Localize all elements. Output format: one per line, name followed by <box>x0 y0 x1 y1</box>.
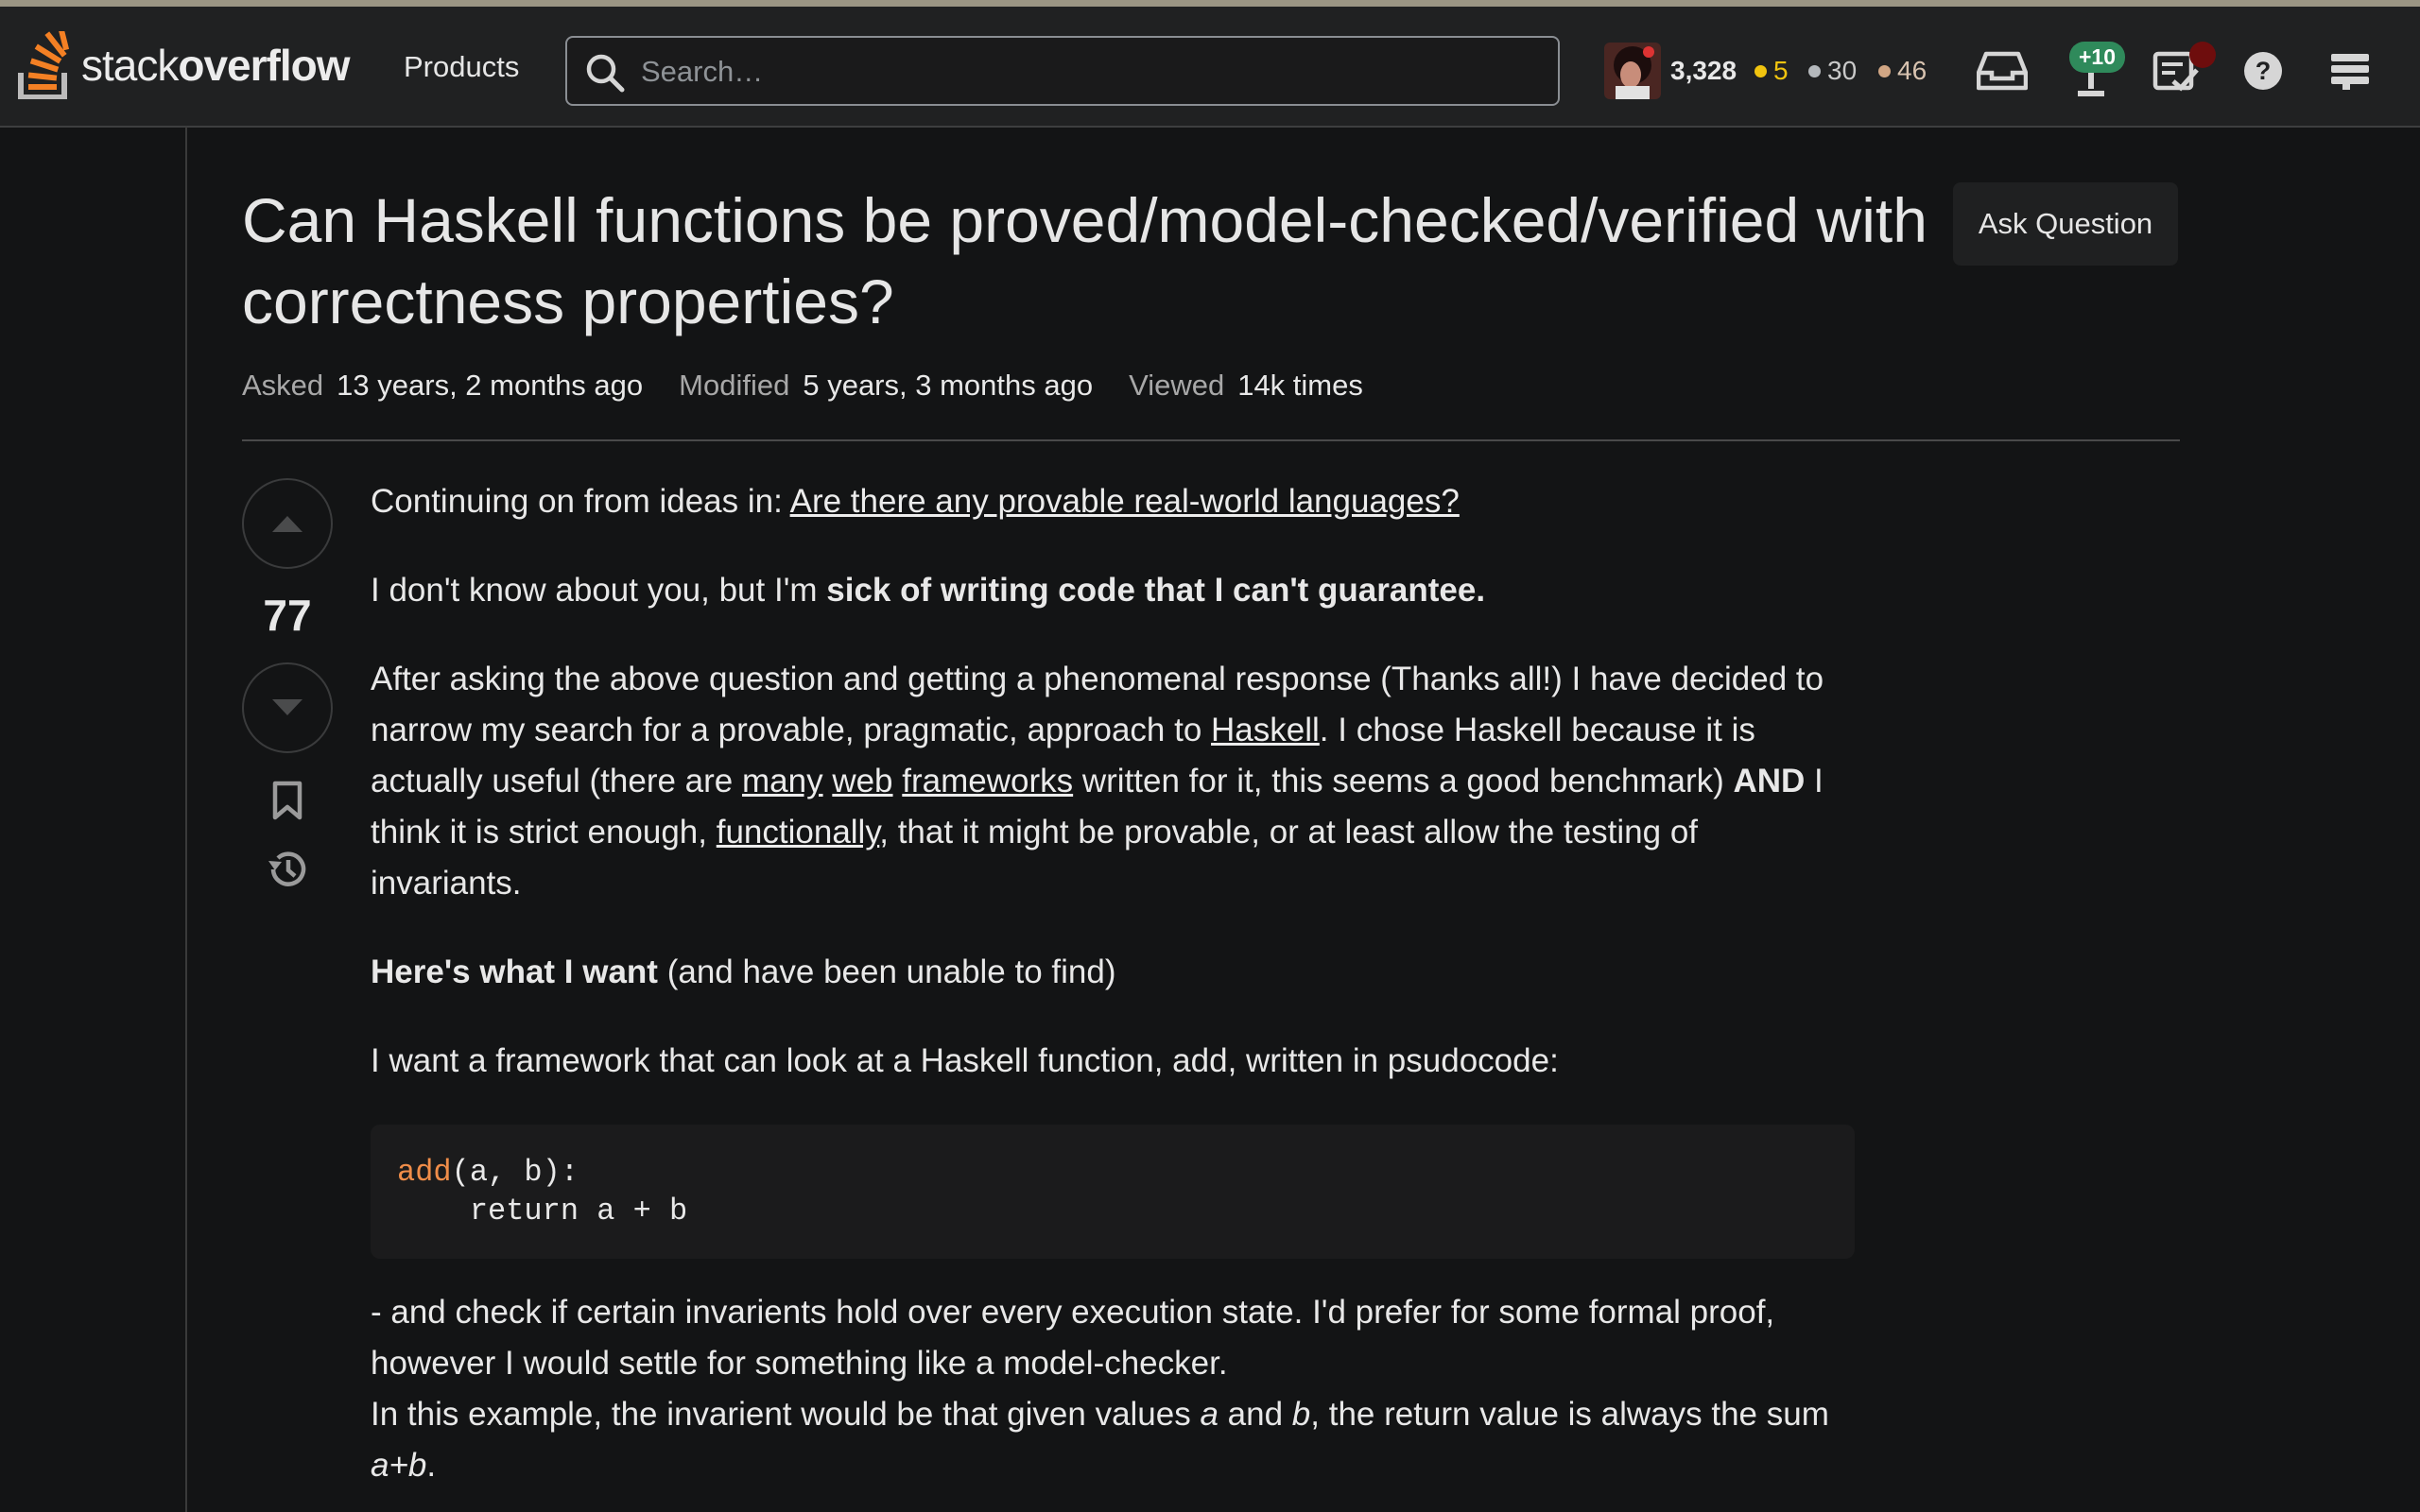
avatar[interactable] <box>1604 43 1661 99</box>
site-switcher-icon <box>2331 54 2369 90</box>
upvote-icon <box>272 516 302 532</box>
link-many[interactable]: many <box>742 763 823 799</box>
logo-wordmark: stackoverflow <box>81 41 351 90</box>
achievements-badge: +10 <box>2069 42 2126 73</box>
gold-badge-icon <box>1754 64 1767 77</box>
browser-top-stripe <box>0 0 2420 7</box>
bronze-badges: 46 <box>1878 56 1927 86</box>
body-paragraph-6: - and check if certain invarients hold o… <box>371 1294 1829 1484</box>
review-notification-dot <box>2189 42 2216 68</box>
link-haskell[interactable]: Haskell <box>1211 712 1320 748</box>
bronze-badge-icon <box>1878 64 1891 77</box>
upvote-button[interactable] <box>242 478 333 569</box>
link-frameworks[interactable]: frameworks <box>902 763 1073 799</box>
site-switcher-button[interactable] <box>2320 41 2380 101</box>
inbox-icon <box>1977 51 2028 91</box>
title-divider <box>242 439 2180 441</box>
reputation-count: 3,328 <box>1670 56 1737 85</box>
question-body: Continuing on from ideas in: Are there a… <box>371 476 1855 1491</box>
downvote-icon <box>272 699 302 715</box>
bookmark-icon <box>272 781 302 820</box>
question-meta: Asked 13 years, 2 months ago Modified 5 ye… <box>242 369 1363 403</box>
search-input[interactable] <box>639 47 1541 96</box>
search-icon <box>586 54 625 93</box>
svg-text:?: ? <box>2256 57 2272 85</box>
downvote-button[interactable] <box>242 662 333 753</box>
search-box[interactable] <box>565 36 1560 106</box>
vote-count: 77 <box>263 591 312 640</box>
stackoverflow-logo-icon <box>18 31 70 99</box>
stackoverflow-logo[interactable]: stackoverflow <box>17 27 351 103</box>
link-provable-languages[interactable]: Are there any provable real-world langua… <box>790 483 1460 520</box>
asked-info: Asked 13 years, 2 months ago <box>242 369 644 402</box>
avatar-image <box>1604 43 1661 99</box>
left-sidebar-border <box>185 127 187 1512</box>
silver-badges: 30 <box>1808 56 1857 86</box>
viewed-info: Viewed 14k times <box>1129 369 1363 402</box>
products-menu[interactable]: Products <box>404 50 519 84</box>
help-button[interactable]: ? <box>2233 41 2293 101</box>
body-paragraph-3: After asking the above question and gett… <box>371 661 1824 902</box>
body-paragraph-1: Continuing on from ideas in: Are there a… <box>371 483 1460 520</box>
history-button[interactable] <box>265 847 310 892</box>
link-web[interactable]: web <box>832 763 892 799</box>
top-bar: stackoverflow Products 3,328 5 30 46 <box>0 7 2420 128</box>
gold-badges: 5 <box>1754 56 1789 86</box>
help-icon: ? <box>2244 52 2282 90</box>
silver-badge-icon <box>1808 64 1821 77</box>
bookmark-button[interactable] <box>265 778 310 823</box>
body-paragraph-5: I want a framework that can look at a Ha… <box>371 1042 1559 1079</box>
history-icon <box>268 851 306 886</box>
ask-question-button[interactable]: Ask Question <box>1953 182 2178 266</box>
body-paragraph-2: I don't know about you, but I'm sick of … <box>371 572 1486 609</box>
code-block[interactable]: add(a, b): return a + b <box>371 1125 1855 1259</box>
question-title[interactable]: Can Haskell functions be proved/model-ch… <box>242 180 1934 342</box>
link-functionally[interactable]: functionally <box>717 814 880 850</box>
body-paragraph-4: Here's what I want (and have been unable… <box>371 954 1116 990</box>
modified-info[interactable]: Modified 5 years, 3 months ago <box>679 369 1093 403</box>
inbox-button[interactable] <box>1972 41 2032 101</box>
